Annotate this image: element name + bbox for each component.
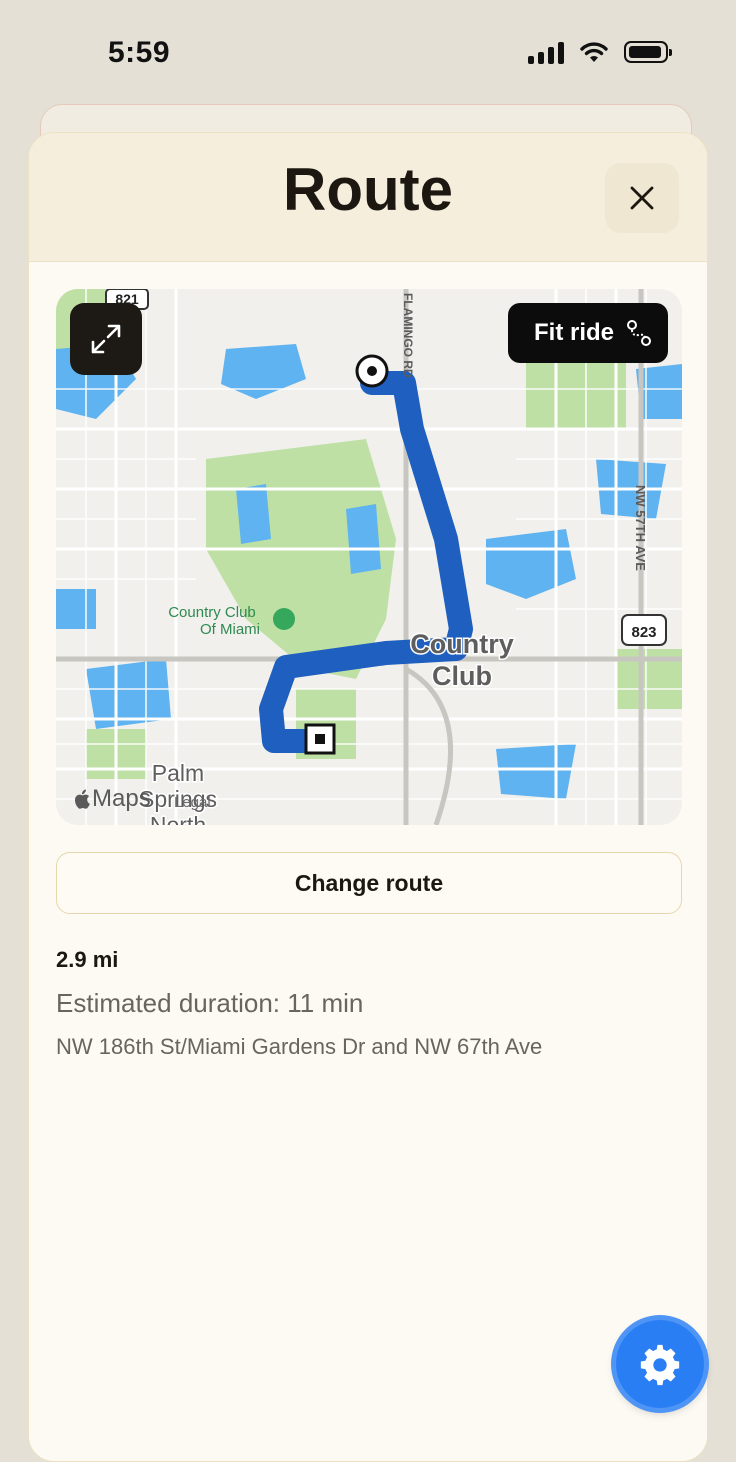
- area-label-north: North: [150, 812, 206, 825]
- maps-label: Maps: [92, 785, 151, 812]
- road-label-flamingo: FLAMINGO RD: [401, 293, 415, 378]
- road-label-nw57: NW 57TH AVE: [633, 485, 648, 571]
- sheet-header: Route: [29, 133, 707, 262]
- expand-icon: [91, 324, 121, 354]
- signal-icon: [528, 40, 564, 64]
- fit-ride-button[interactable]: Fit ride: [507, 303, 668, 363]
- close-icon: [630, 186, 654, 210]
- area-label-palm: Palm: [152, 760, 204, 786]
- route-sheet: Route 823 821 FLAMINGO RD NW 57TH AVE Co…: [28, 132, 708, 1462]
- change-route-button[interactable]: Change route: [56, 852, 682, 914]
- place-label-country-club: Country Club: [168, 604, 256, 621]
- area-label-country: Country: [410, 629, 514, 659]
- route-street: NW 186th St/Miami Gardens Dr and NW 67th…: [56, 1034, 543, 1059]
- wifi-icon: [580, 42, 608, 62]
- settings-button[interactable]: [616, 1320, 704, 1408]
- route-icon: [627, 320, 651, 346]
- change-route-label: Change route: [294, 869, 444, 896]
- place-label-of-miami: Of Miami: [200, 621, 260, 638]
- status-time: 5:59: [108, 36, 171, 69]
- close-button[interactable]: [605, 163, 679, 233]
- legal-link[interactable]: Legal: [174, 794, 211, 811]
- fit-ride-label: Fit ride: [533, 319, 614, 346]
- status-icons: [528, 40, 672, 64]
- apple-logo-icon: [75, 789, 90, 809]
- status-bar: 5:59: [0, 0, 736, 104]
- gear-icon: [640, 1344, 680, 1386]
- route-distance: 2.9 mi: [56, 947, 119, 972]
- battery-icon: [624, 41, 672, 63]
- road-shield-823: 823: [621, 614, 667, 646]
- expand-map-button[interactable]: [70, 303, 142, 375]
- shield-823-label: 823: [631, 624, 656, 641]
- route-map[interactable]: 823 821 FLAMINGO RD NW 57TH AVE Country …: [56, 289, 682, 825]
- apple-maps-attribution: Maps: [72, 785, 151, 813]
- map-canvas: 823 821 FLAMINGO RD NW 57TH AVE Country …: [56, 289, 682, 825]
- route-duration: Estimated duration: 11 min: [56, 988, 364, 1018]
- area-label-club: Club: [432, 661, 492, 691]
